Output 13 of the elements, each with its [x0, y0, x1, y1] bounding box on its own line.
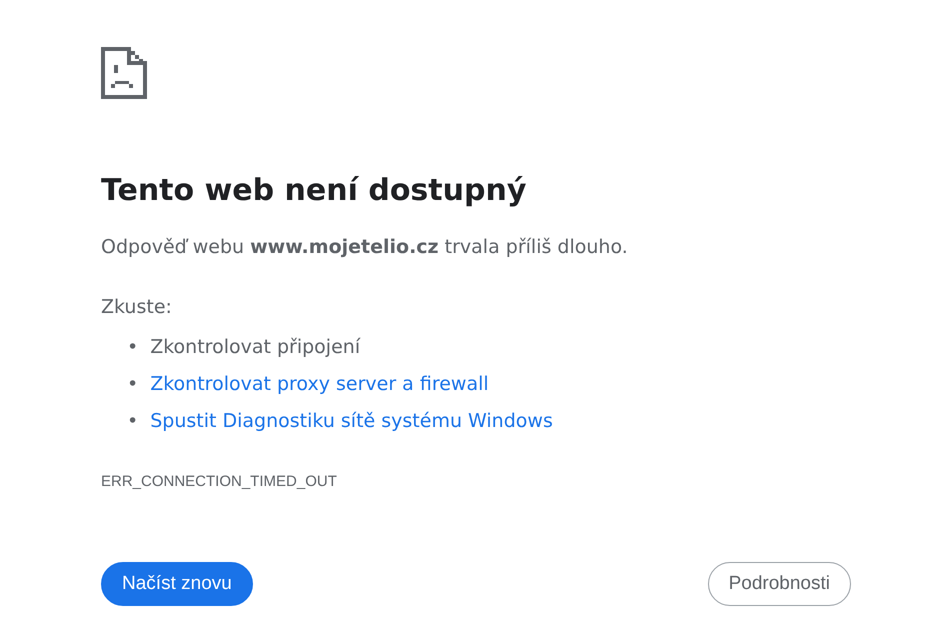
error-title: Tento web není dostupný — [101, 172, 528, 210]
sad-page-icon — [101, 47, 147, 99]
details-button[interactable]: Podrobnosti — [708, 562, 851, 606]
suggestions-heading: Zkuste: — [101, 295, 173, 320]
reload-button[interactable]: Načíst znovu — [101, 562, 253, 606]
suggestion-text: Zkontrolovat připojení — [150, 335, 360, 360]
bullet: • — [127, 372, 138, 397]
suggestion-link[interactable]: Zkontrolovat proxy server a firewall — [150, 366, 489, 403]
suggestion-link[interactable]: Spustit Diagnostiku sítě systému Windows — [150, 403, 553, 440]
error-code: ERR_CONNECTION_TIMED_OUT — [101, 472, 338, 492]
bullet: • — [127, 409, 138, 434]
error-message: Odpověď webu www.mojetelio.cz trvala příliš dlouho. — [101, 235, 629, 260]
bullet: • — [127, 335, 138, 360]
